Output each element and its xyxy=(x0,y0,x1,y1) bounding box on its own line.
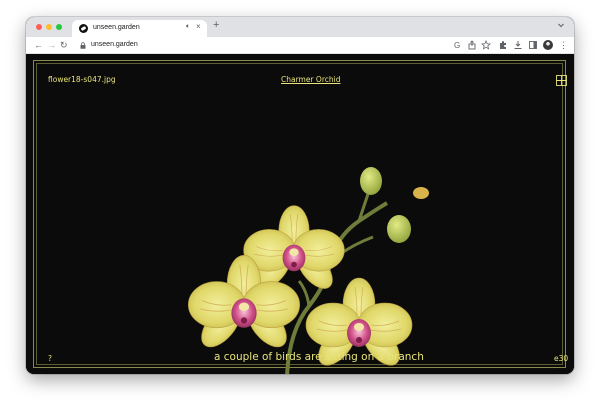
image-filename: flower18-s047.jpg xyxy=(48,75,116,84)
browser-window: unseen.garden 🔈︎ × + ← → ↻ unseen.garden… xyxy=(26,17,574,374)
url-text: unseen.garden xyxy=(91,41,138,48)
forward-button[interactable]: → xyxy=(47,39,56,51)
flower-title-link[interactable]: Charmer Orchid xyxy=(281,75,340,84)
favicon-icon xyxy=(79,24,88,33)
browser-menu-button[interactable]: ⋮ xyxy=(559,39,568,51)
grid-icon[interactable] xyxy=(556,75,567,86)
svg-text:G: G xyxy=(454,41,460,50)
minimize-window-button[interactable] xyxy=(46,24,52,30)
lock-icon xyxy=(80,42,86,49)
image-caption: a couple of birds are sitting on a branc… xyxy=(214,351,424,363)
help-button[interactable]: ? xyxy=(48,354,52,363)
tab-title: unseen.garden xyxy=(93,24,140,31)
bookmark-star-icon[interactable] xyxy=(481,40,491,50)
side-panel-icon[interactable] xyxy=(528,40,538,50)
share-icon[interactable] xyxy=(467,40,477,50)
chevron-down-icon[interactable] xyxy=(557,21,565,29)
tab-close-button[interactable]: × xyxy=(196,22,201,31)
profile-avatar[interactable] xyxy=(543,40,553,50)
speaker-icon[interactable]: 🔈︎ xyxy=(186,23,190,31)
gallery-frame: flower18-s047.jpg Charmer Orchid ? a cou… xyxy=(33,60,569,374)
extensions-icon[interactable] xyxy=(498,40,508,50)
browser-toolbar: ← → ↻ unseen.garden G ⋮ xyxy=(26,37,574,54)
new-tab-button[interactable]: + xyxy=(213,19,219,31)
maximize-window-button[interactable] xyxy=(56,24,62,30)
browser-tab[interactable]: unseen.garden 🔈︎ × xyxy=(72,20,207,37)
google-icon[interactable]: G xyxy=(452,40,462,50)
download-icon[interactable] xyxy=(513,40,523,50)
orchid-image xyxy=(187,167,429,374)
address-bar[interactable]: unseen.garden xyxy=(76,39,446,52)
back-button[interactable]: ← xyxy=(34,39,43,51)
reload-button[interactable]: ↻ xyxy=(60,39,68,51)
tab-bar: unseen.garden 🔈︎ × + xyxy=(26,17,574,37)
image-counter: e30 xyxy=(554,354,569,363)
page-viewport: flower18-s047.jpg Charmer Orchid ? a cou… xyxy=(26,55,574,374)
close-window-button[interactable] xyxy=(36,24,42,30)
